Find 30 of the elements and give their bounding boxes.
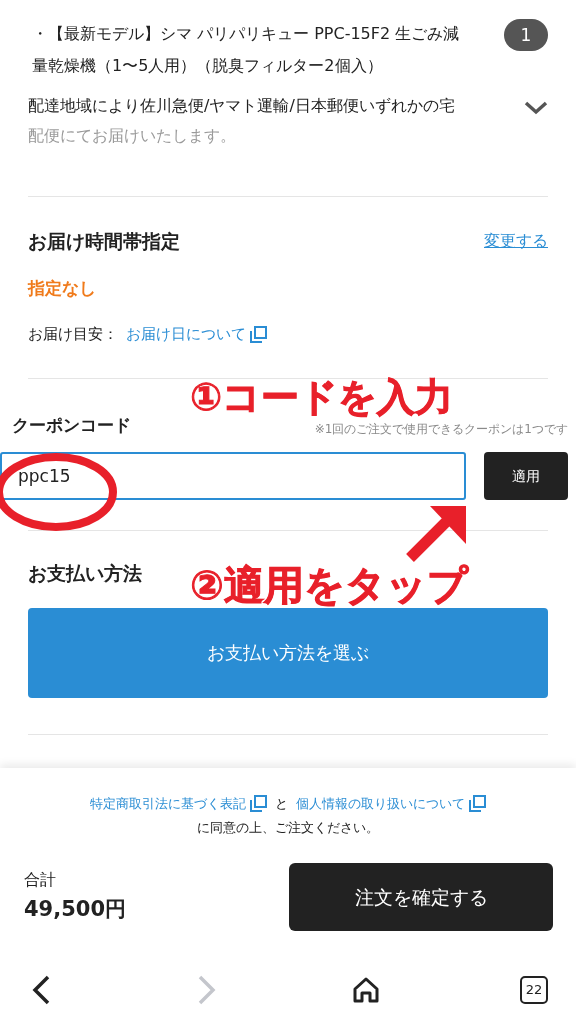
change-link[interactable]: 変更する (484, 229, 548, 254)
faded-text: 配便にてお届けいたします。 (28, 125, 237, 147)
apply-button[interactable]: 適用 (484, 452, 568, 500)
total-amount: 49,500円 (24, 896, 127, 924)
annotation-text: ①コードを入力 (190, 378, 454, 416)
coupon-input[interactable]: ppc15 (0, 452, 466, 500)
coupon-note: ※1回のご注文で使用できるクーポンは1つです (314, 421, 568, 438)
time-value: 指定なし (26, 276, 97, 300)
coupon-label: クーポンコード (12, 413, 131, 437)
quantity-badge: 1 (504, 19, 548, 51)
agreement-text: に同意の上、ご注文ください。 (196, 818, 380, 837)
delivery-date-link[interactable]: お届け日について (126, 323, 246, 346)
legal-link[interactable]: 特定商取引法に基づく表記 (90, 794, 246, 814)
product-name: ・【最新モデル】シマ パリパリキュー PPC-15F2 生ごみ減量乾燥機（1〜5人用）（脱臭フィルター2個入） (31, 23, 461, 77)
copy-icon (250, 325, 267, 343)
chevron-down-icon[interactable] (524, 100, 548, 116)
tab-count-button[interactable]: 22 (520, 976, 548, 1004)
shipping-note: 配達地域により佐川急便/ヤマト運輸/日本郵便いずれかの宅 (28, 95, 456, 117)
total-label: 合計 (24, 869, 57, 892)
estimate-label: お届け目安： (28, 324, 118, 345)
joiner-text: と (275, 795, 288, 813)
section-title: お届け時間帯指定 (28, 229, 180, 254)
copy-icon (250, 795, 267, 813)
home-icon[interactable] (352, 976, 380, 1004)
confirm-order-button[interactable]: 注文を確定する (289, 863, 553, 931)
payment-method-button[interactable]: お支払い方法を選ぶ (28, 607, 548, 698)
section-title: お支払い方法 (27, 561, 143, 586)
privacy-link[interactable]: 個人情報の取り扱いについて (296, 794, 465, 814)
copy-icon (469, 795, 486, 813)
annotation-text: ②適用をタップ (190, 565, 468, 605)
